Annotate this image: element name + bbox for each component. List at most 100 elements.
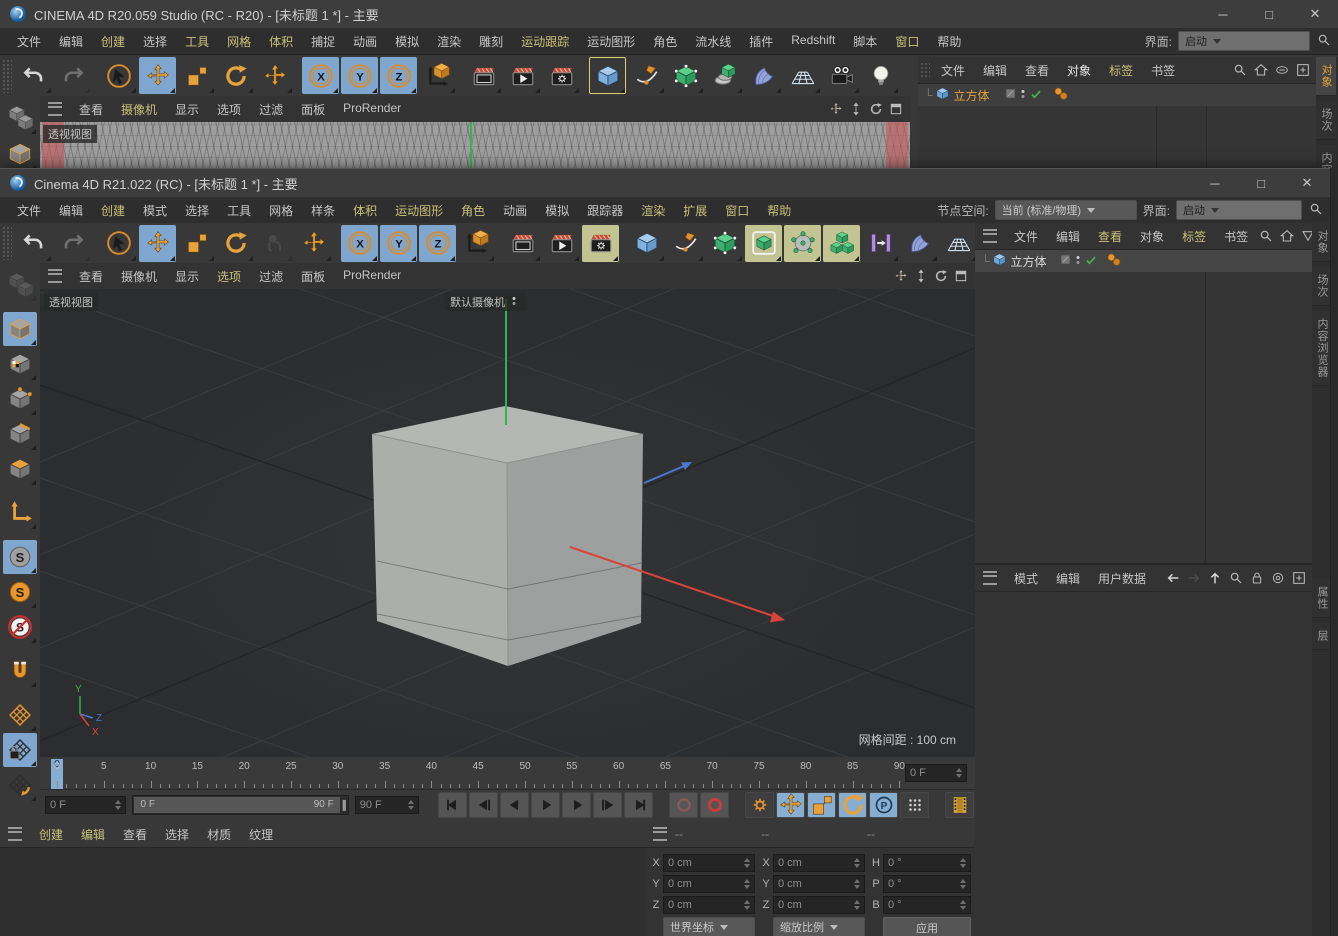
add-subdivision-button[interactable]	[667, 57, 704, 94]
scale-button[interactable]	[178, 57, 215, 94]
r21-om-menu-1[interactable]: 编辑	[1047, 228, 1089, 245]
key-scale-button[interactable]	[807, 792, 836, 818]
timeline-ruler[interactable]: 0 051015202530354045505560657075808590 0…	[40, 759, 975, 790]
redo-button[interactable]	[54, 225, 91, 262]
r20-menu-11[interactable]: 雕刻	[470, 33, 512, 50]
add-subdivision-button[interactable]	[706, 225, 743, 262]
live-selection-button[interactable]	[100, 225, 137, 262]
add-sweep-button[interactable]	[706, 57, 743, 94]
r21-menu-11[interactable]: 动画	[494, 202, 536, 219]
r21-tab-2[interactable]: 内容浏览器	[1312, 311, 1332, 386]
r21-om-menu-2[interactable]: 查看	[1089, 228, 1131, 245]
mode-axis-button[interactable]	[3, 496, 37, 530]
r21-am-menu-2[interactable]: 用户数据	[1089, 570, 1155, 587]
vp-pan-icon[interactable]	[828, 101, 844, 117]
r20-menu-19[interactable]: 窗口	[886, 33, 928, 50]
mode-edges-button[interactable]	[3, 417, 37, 451]
vp-rotate-icon[interactable]	[933, 268, 949, 284]
visibility-dots-icon[interactable]	[1072, 254, 1084, 269]
r20-object-name[interactable]: 立方体	[954, 87, 990, 104]
r20-menu-7[interactable]: 捕捉	[302, 33, 344, 50]
r21-menu-2[interactable]: 创建	[92, 202, 134, 219]
snap-off-button[interactable]: S	[3, 610, 37, 644]
axis-y-button[interactable]: Y	[341, 57, 378, 94]
r20-menu-16[interactable]: 插件	[740, 33, 782, 50]
home-icon[interactable]	[1278, 227, 1296, 245]
r21-menu-4[interactable]: 选择	[176, 202, 218, 219]
axis-z-button[interactable]: Z	[380, 57, 417, 94]
range-handle[interactable]: ▐	[339, 800, 345, 810]
r21-menu-6[interactable]: 网格	[260, 202, 302, 219]
render-play-button[interactable]	[504, 57, 541, 94]
r20-tab-0[interactable]: 对象	[1316, 57, 1336, 96]
r21-menu-13[interactable]: 跟踪器	[578, 202, 632, 219]
t-prev-button[interactable]	[500, 792, 529, 818]
material-menu-3[interactable]: 选择	[156, 826, 198, 843]
range-slider[interactable]: 0 F 90 F ▐	[132, 795, 349, 815]
minimize-button[interactable]: ─	[1200, 0, 1246, 28]
add-deformer-button[interactable]	[745, 57, 782, 94]
make-editable-button[interactable]	[3, 268, 37, 302]
key-param-button[interactable]: P	[869, 792, 898, 818]
vp-zoom-icon[interactable]	[913, 268, 929, 284]
panel-menu-icon[interactable]	[653, 827, 667, 841]
scale-y-field[interactable]: 0 cm	[773, 875, 865, 893]
rotate-button[interactable]	[217, 57, 254, 94]
r20-menu-13[interactable]: 运动图形	[578, 33, 644, 50]
camera-label[interactable]: 默认摄像机	[445, 293, 525, 311]
material-menu-0[interactable]: 创建	[30, 826, 72, 843]
add-cube-button[interactable]	[589, 57, 626, 94]
r21-am-menu-1[interactable]: 编辑	[1047, 570, 1089, 587]
up-icon[interactable]	[1206, 569, 1224, 587]
forward-icon[interactable]	[1185, 569, 1203, 587]
key-rotate-button[interactable]	[838, 792, 867, 818]
panel-menu-icon[interactable]	[983, 229, 997, 243]
lock-icon[interactable]	[1248, 569, 1266, 587]
close-button[interactable]: ✕	[1292, 0, 1338, 28]
axis-x-button[interactable]: X	[341, 225, 378, 262]
r21-menu-3[interactable]: 模式	[134, 202, 176, 219]
render-view-button[interactable]	[504, 225, 541, 262]
r20-menu-17[interactable]: Redshift	[782, 33, 844, 50]
add-volume-mesher-button[interactable]	[823, 225, 860, 262]
t-start-button[interactable]	[438, 792, 467, 818]
key-dots-button[interactable]	[900, 792, 929, 818]
viewport-label[interactable]: 透视视图	[44, 293, 98, 311]
r20-viewport-menu-3[interactable]: 选项	[208, 101, 250, 118]
r21-om-menu-5[interactable]: 书签	[1215, 228, 1257, 245]
rot-b-field[interactable]: 0 °	[883, 896, 971, 914]
redo-button[interactable]	[54, 57, 91, 94]
phong-tag-icon[interactable]	[1106, 252, 1122, 271]
r21-menu-12[interactable]: 模拟	[536, 202, 578, 219]
axis-x-button[interactable]: X	[302, 57, 339, 94]
snap-3d-button[interactable]: S	[3, 575, 37, 609]
rec-off-button[interactable]	[669, 792, 698, 818]
home-icon[interactable]	[1252, 61, 1270, 79]
enabled-check-icon[interactable]	[1084, 253, 1098, 270]
r21-menu-15[interactable]: 扩展	[674, 202, 716, 219]
r21-am-menu-0[interactable]: 模式	[1005, 570, 1047, 587]
rec-on-button[interactable]	[700, 792, 729, 818]
r20-mode-model-button[interactable]	[3, 137, 37, 171]
add-volume-button[interactable]	[784, 225, 821, 262]
search-icon[interactable]	[1227, 569, 1245, 587]
close-button[interactable]: ✕	[1284, 169, 1330, 197]
r21-viewport-menu-0[interactable]: 查看	[70, 268, 112, 285]
axis-y-button[interactable]: Y	[380, 225, 417, 262]
r20-viewport[interactable]: 透视视图	[40, 122, 910, 168]
r21-menu-0[interactable]: 文件	[8, 202, 50, 219]
r20-om-menu-1[interactable]: 编辑	[974, 62, 1016, 79]
material-menu-4[interactable]: 材质	[198, 826, 240, 843]
enabled-check-icon[interactable]	[1029, 87, 1043, 104]
key-gear-button[interactable]	[745, 792, 774, 818]
r21-tab-0[interactable]: 对象	[1312, 223, 1332, 262]
search-icon[interactable]	[1231, 61, 1249, 79]
live-selection-button[interactable]	[100, 57, 137, 94]
toolbar-grip[interactable]	[2, 226, 12, 260]
t-play-button[interactable]	[531, 792, 560, 818]
workplane-lock-button[interactable]	[3, 733, 37, 767]
undo-button[interactable]	[15, 57, 52, 94]
r21-object-name[interactable]: 立方体	[1011, 253, 1047, 270]
r20-menu-2[interactable]: 创建	[92, 33, 134, 50]
r20-menu-15[interactable]: 流水线	[686, 33, 740, 50]
